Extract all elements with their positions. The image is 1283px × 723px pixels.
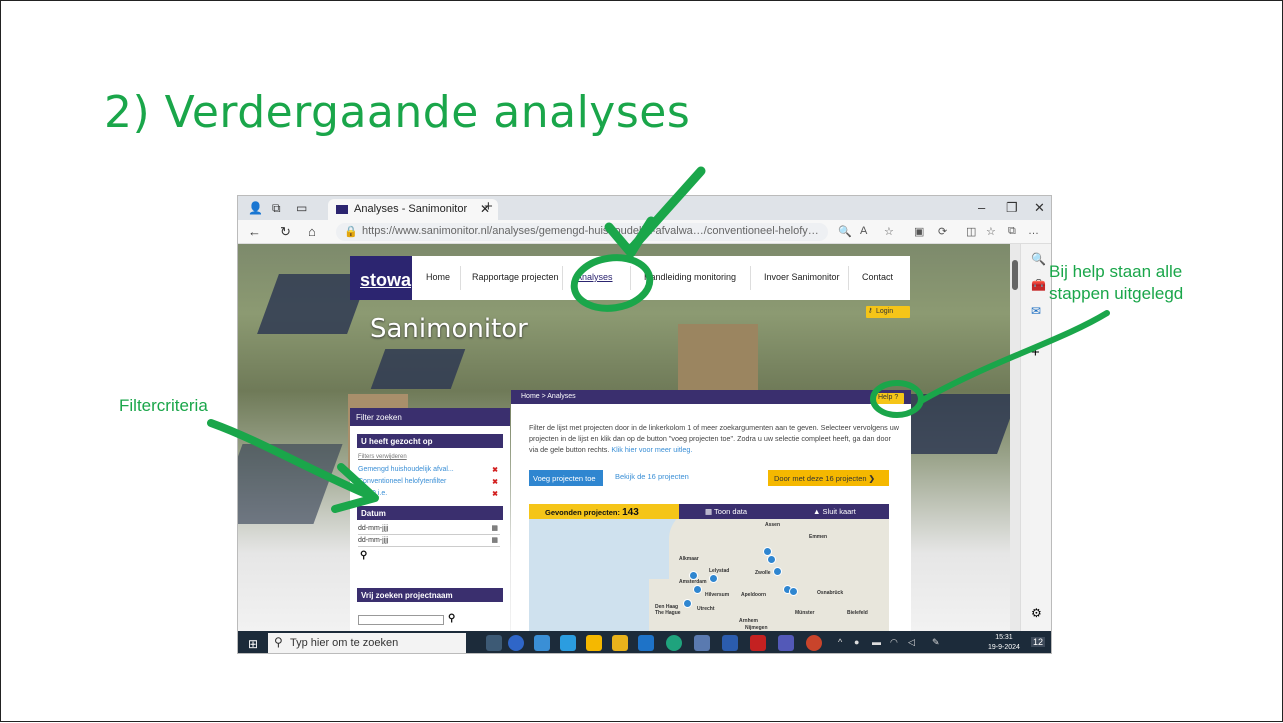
circle-help [870, 380, 924, 418]
arrowhead-analyses [604, 216, 656, 258]
slide: 2) Verdergaande analyses 👤 ⧉ ▭ Analyses … [0, 0, 1283, 722]
annotation-overlay [207, 166, 1110, 513]
circle-analyses [570, 254, 654, 312]
arrow-filter [207, 419, 377, 501]
line-help [918, 310, 1110, 404]
